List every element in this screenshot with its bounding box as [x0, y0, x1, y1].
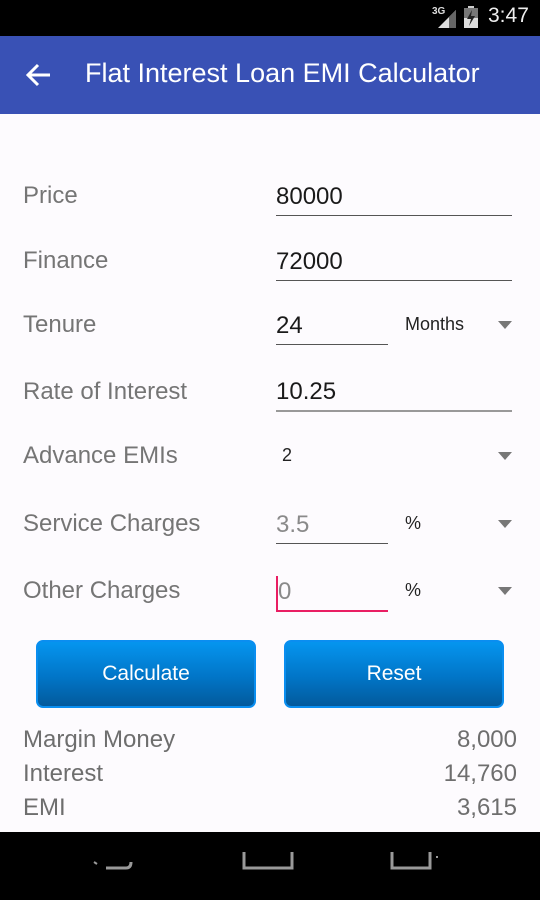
tenure-unit-dropdown[interactable]: Months: [405, 303, 512, 343]
finance-label: Finance: [23, 247, 109, 274]
dropdown-arrow-icon: [498, 321, 512, 329]
advance-emis-row: Advance EMIs 2: [0, 434, 540, 484]
home-nav-icon[interactable]: [236, 852, 296, 882]
price-label: Price: [23, 182, 78, 209]
other-charges-input[interactable]: 0: [276, 569, 388, 612]
result-row-interest: Interest 14,760: [0, 760, 540, 794]
service-charges-row: Service Charges 3.5 %: [0, 502, 540, 552]
page-title: Flat Interest Loan EMI Calculator: [85, 58, 480, 88]
finance-input[interactable]: 72000: [276, 239, 512, 281]
clock: 3:47: [488, 4, 529, 27]
rate-label: Rate of Interest: [23, 378, 188, 405]
result-value: 8,000: [456, 726, 517, 753]
calculator-form: Price 80000 Finance 72000 Tenure 24 Mont…: [0, 114, 540, 832]
result-label: Interest: [23, 760, 104, 787]
result-label: Margin Money: [23, 726, 176, 753]
signal-icon: [438, 10, 456, 28]
service-charges-input[interactable]: 3.5: [276, 502, 388, 544]
tenure-row: Tenure 24 Months: [0, 303, 540, 353]
tenure-input[interactable]: 24: [276, 303, 388, 345]
app-bar: Flat Interest Loan EMI Calculator: [0, 36, 540, 114]
back-nav-icon[interactable]: [88, 852, 138, 882]
price-input[interactable]: 80000: [276, 174, 512, 216]
advance-emis-label: Advance EMIs: [23, 442, 178, 469]
dropdown-arrow-icon: [498, 587, 512, 595]
other-charges-label: Other Charges: [23, 577, 181, 604]
arrow-left-icon[interactable]: [26, 62, 52, 88]
result-label: EMI: [23, 794, 66, 821]
status-bar: 3G 3:47: [0, 0, 540, 36]
recent-apps-nav-icon[interactable]: [390, 852, 450, 882]
reset-button[interactable]: Reset: [284, 640, 504, 708]
dropdown-arrow-icon: [498, 520, 512, 528]
advance-emis-dropdown[interactable]: 2: [282, 434, 512, 474]
battery-charging-icon: [464, 6, 478, 28]
service-charges-unit-dropdown[interactable]: %: [405, 502, 512, 542]
rate-input[interactable]: 10.25: [276, 370, 512, 412]
navigation-bar: [0, 832, 540, 900]
dropdown-arrow-icon: [498, 452, 512, 460]
result-value: 14,760: [443, 760, 517, 787]
finance-row: Finance 72000: [0, 239, 540, 289]
tenure-label: Tenure: [23, 311, 97, 338]
rate-row: Rate of Interest 10.25: [0, 370, 540, 420]
price-row: Price 80000: [0, 174, 540, 224]
result-row-margin-money: Margin Money 8,000: [0, 726, 540, 760]
other-charges-row: Other Charges 0 %: [0, 569, 540, 619]
result-value: 3,615: [456, 794, 517, 821]
service-charges-label: Service Charges: [23, 510, 201, 537]
result-row-emi: EMI 3,615: [0, 794, 540, 828]
calculate-button[interactable]: Calculate: [36, 640, 256, 708]
other-charges-unit-dropdown[interactable]: %: [405, 569, 512, 609]
